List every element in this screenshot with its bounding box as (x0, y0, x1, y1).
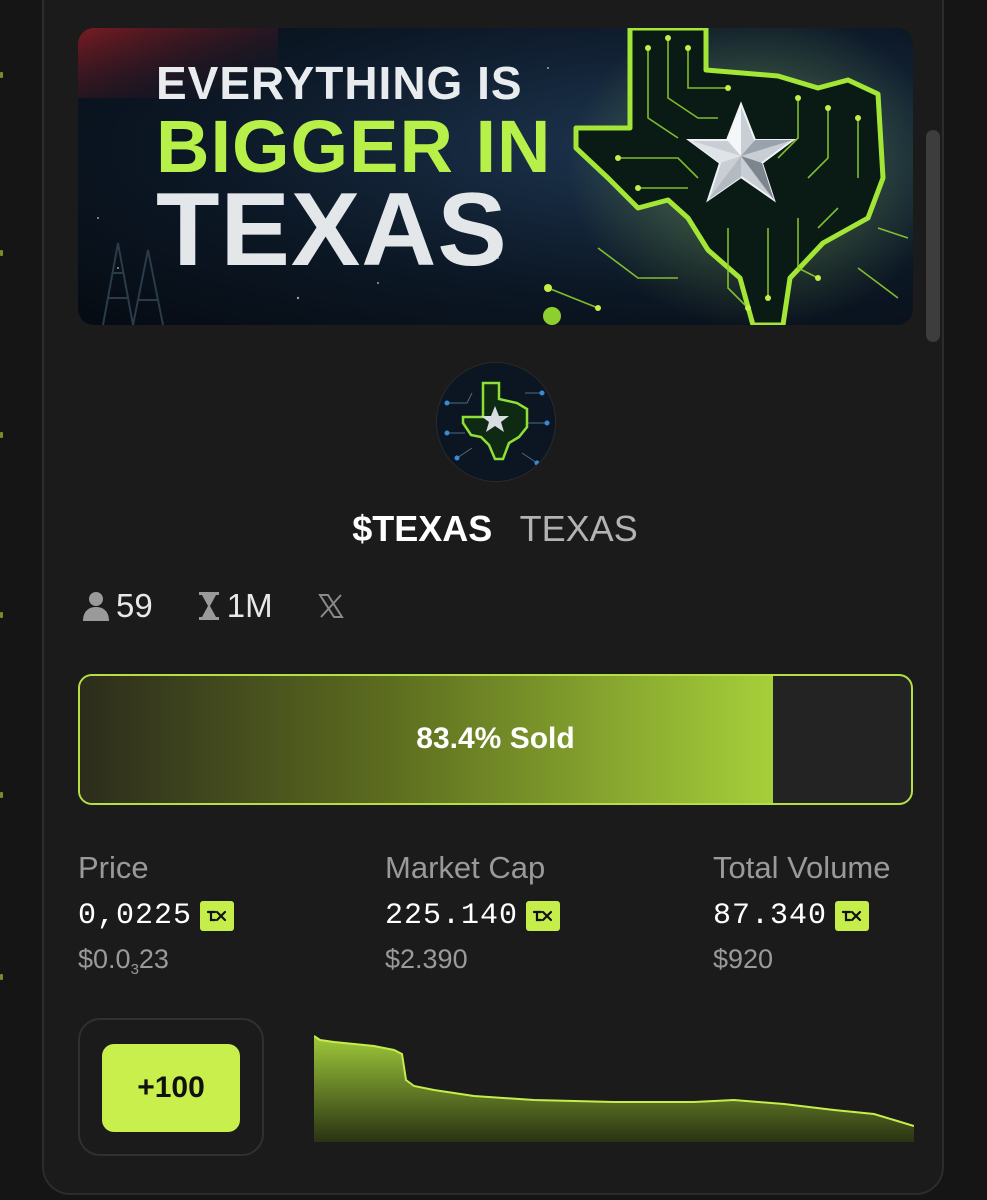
price-sparkline (314, 1035, 914, 1142)
quick-buy-button[interactable]: +100 (102, 1044, 240, 1132)
token-stats: 59 1M (82, 584, 395, 628)
total-volume-metric: Total Volume 87.340 $920 (713, 850, 891, 975)
scrollbar[interactable] (926, 130, 940, 342)
token-name-row: $TEXAS TEXAS (44, 508, 942, 550)
price-value: 0,0225 (78, 899, 193, 933)
market-cap-value: 225.140 (385, 899, 519, 933)
token-avatar (436, 362, 556, 482)
texas-star-logo-icon (437, 363, 555, 481)
token-badge-icon (200, 901, 235, 931)
x-social-link[interactable] (317, 592, 351, 620)
rail-marker (0, 250, 3, 256)
rail-marker (0, 612, 3, 618)
rail-marker (0, 792, 3, 798)
supply-amount: 1M (226, 587, 273, 624)
total-volume-label: Total Volume (713, 850, 891, 885)
user-icon (83, 592, 109, 621)
sale-progress-bar: 83.4% Sold (78, 674, 913, 805)
total-volume-value: 87.340 (713, 899, 828, 933)
rail-marker (0, 432, 3, 438)
market-cap-label: Market Cap (385, 850, 546, 885)
sale-progress-label: 83.4% Sold (416, 722, 575, 755)
hourglass-icon (198, 592, 219, 620)
token-banner-image: EVERYTHING IS BIGGER IN TEXAS (78, 28, 913, 325)
token-ticker: $TEXAS (352, 508, 493, 549)
token-name: TEXAS (519, 508, 638, 549)
holders-count: 59 (116, 587, 153, 624)
banner-line-3: TEXAS (156, 172, 508, 288)
market-cap-usd: $2.390 (385, 944, 468, 974)
market-cap-metric: Market Cap 225.140 $2.390 (385, 850, 561, 975)
price-label: Price (78, 850, 149, 885)
total-volume-usd: $920 (713, 944, 774, 974)
rail-marker (0, 974, 3, 980)
holders-stat: 59 (82, 587, 153, 625)
supply-stat: 1M (197, 587, 273, 625)
banner-line-1: EVERYTHING IS (156, 57, 523, 109)
token-card[interactable]: EVERYTHING IS BIGGER IN TEXAS $TEXAS TEX… (42, 0, 944, 1195)
price-usd: $0.0323 (78, 944, 169, 978)
page: EVERYTHING IS BIGGER IN TEXAS $TEXAS TEX… (0, 0, 987, 1200)
price-metric: Price 0,0225 $0.0323 (78, 850, 235, 978)
quick-buy-container: +100 (78, 1018, 264, 1156)
token-badge-icon (526, 901, 561, 931)
token-badge-icon (835, 901, 870, 931)
x-logo-icon[interactable] (317, 592, 345, 620)
rail-marker (0, 72, 3, 78)
